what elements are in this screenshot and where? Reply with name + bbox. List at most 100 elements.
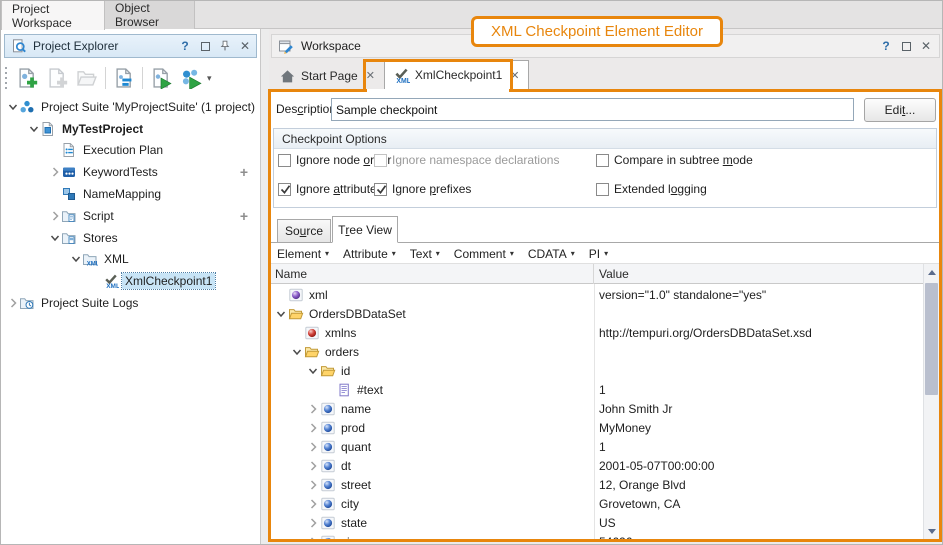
project-suite-icon	[19, 99, 36, 115]
help-button[interactable]: ?	[879, 39, 893, 53]
expander-closed-icon[interactable]	[305, 460, 320, 472]
description-label: Description:	[276, 102, 339, 116]
tree-item-mytestproject[interactable]: MyTestProject	[1, 118, 260, 140]
tab-project-workspace[interactable]: Project Workspace	[1, 1, 105, 30]
tree-item-project-suite-myprojectsuite-1-project[interactable]: Project Suite 'MyProjectSuite' (1 projec…	[1, 96, 260, 118]
vertical-scrollbar[interactable]	[923, 264, 939, 539]
expander-closed-icon[interactable]	[305, 536, 320, 540]
close-button[interactable]: ✕	[919, 39, 933, 53]
checkbox-label: Extended logging	[614, 182, 707, 196]
xml-row-zip[interactable]: zip54626	[271, 532, 922, 539]
node-name: street	[341, 478, 371, 492]
checkbox-checked-icon[interactable]	[374, 183, 387, 196]
pin-button[interactable]	[218, 39, 232, 53]
maximize-button[interactable]	[899, 39, 913, 53]
xml-row-id[interactable]: id	[271, 361, 922, 380]
xml-row-name[interactable]: nameJohn Smith Jr	[271, 399, 922, 418]
expander-closed-icon[interactable]	[305, 441, 320, 453]
checkbox-checked-icon[interactable]	[278, 183, 291, 196]
tree-item-project-suite-logs[interactable]: Project Suite Logs	[1, 292, 260, 314]
tree-item-xml[interactable]: XMLXML	[1, 249, 260, 271]
execution-order-button[interactable]	[109, 64, 139, 92]
xml-row-state[interactable]: stateUS	[271, 513, 922, 532]
tab-object-browser[interactable]: Object Browser	[105, 1, 195, 29]
xml-row-xml[interactable]: xmlversion="1.0" standalone="yes"	[271, 285, 922, 304]
xml-row-xmlns[interactable]: xmlnshttp://tempuri.org/OrdersDBDataSet.…	[271, 323, 922, 342]
checkbox-compare-in-subtree-mode[interactable]: Compare in subtree mode	[596, 152, 753, 168]
expander-open-icon[interactable]	[69, 253, 82, 265]
checkbox-ignore-attributes[interactable]: Ignore attributes	[278, 181, 383, 197]
maximize-button[interactable]	[198, 39, 212, 53]
xml-row-orders[interactable]: orders	[271, 342, 922, 361]
close-tab-icon[interactable]: ✕	[366, 69, 375, 82]
tree-item-keywordtests[interactable]: KeywordTests+	[1, 161, 260, 183]
svg-text:XML: XML	[106, 283, 119, 289]
edit-button[interactable]: Edit...	[864, 98, 936, 122]
doc-tab-xmlcheckpoint1[interactable]: XMLXmlCheckpoint1✕	[384, 60, 529, 89]
view-tab-source[interactable]: Source	[277, 219, 331, 242]
expander-closed-icon[interactable]	[48, 210, 61, 222]
checkbox-extended-logging[interactable]: Extended logging	[596, 181, 707, 197]
scroll-down-button[interactable]	[924, 523, 939, 539]
checkbox-unchecked-icon[interactable]	[374, 154, 387, 167]
xml-row-dt[interactable]: dt2001-05-07T00:00:00	[271, 456, 922, 475]
expander-closed-icon[interactable]	[305, 422, 320, 434]
scroll-up-button[interactable]	[924, 264, 939, 280]
xml-row-street[interactable]: street12, Orange Blvd	[271, 475, 922, 494]
help-button[interactable]: ?	[178, 39, 192, 53]
insert-pi-dropdown[interactable]: PI▾	[589, 247, 608, 261]
tree-item-namemapping[interactable]: NameMapping	[1, 183, 260, 205]
run-project-button[interactable]	[176, 64, 206, 92]
panel-splitter[interactable]	[261, 29, 269, 545]
expander-open-icon[interactable]	[27, 123, 40, 135]
xml-row-text[interactable]: #text1	[271, 380, 922, 399]
close-button[interactable]: ✕	[238, 39, 252, 53]
expander-open-icon[interactable]	[48, 232, 61, 244]
expander-open-icon[interactable]	[289, 346, 304, 358]
column-header-name[interactable]: Name	[271, 264, 594, 284]
expander-open-icon[interactable]	[273, 308, 288, 320]
insert-text-dropdown[interactable]: Text▾	[410, 247, 440, 261]
checkbox-unchecked-icon[interactable]	[596, 154, 609, 167]
insert-cdata-dropdown[interactable]: CDATA▾	[528, 247, 575, 261]
toolbar-dropdown-icon[interactable]: ▾	[207, 73, 212, 84]
description-input[interactable]	[331, 98, 854, 121]
expander-open-icon[interactable]	[305, 365, 320, 377]
checkbox-unchecked-icon[interactable]	[278, 154, 291, 167]
run-test-button[interactable]	[146, 64, 176, 92]
scroll-thumb[interactable]	[925, 283, 938, 395]
node-value: 1	[599, 437, 606, 456]
checkbox-ignore-prefixes[interactable]: Ignore prefixes	[374, 181, 471, 197]
xml-row-city[interactable]: cityGrovetown, CA	[271, 494, 922, 513]
expander-closed-icon[interactable]	[305, 517, 320, 529]
insert-attribute-dropdown[interactable]: Attribute▾	[343, 247, 396, 261]
add-child-button[interactable]: +	[240, 208, 248, 224]
xml-row-quant[interactable]: quant1	[271, 437, 922, 456]
xml-row-OrdersDBDataSet[interactable]: OrdersDBDataSet	[271, 304, 922, 323]
new-file-button[interactable]	[42, 64, 72, 92]
tree-item-execution-plan[interactable]: Execution Plan	[1, 140, 260, 162]
execution-plan-icon	[61, 142, 78, 158]
expander-closed-icon[interactable]	[48, 166, 61, 178]
doc-tab-start-page[interactable]: Start Page✕	[271, 62, 383, 89]
column-header-value[interactable]: Value	[595, 264, 922, 284]
expander-open-icon[interactable]	[6, 101, 19, 113]
insert-comment-dropdown[interactable]: Comment▾	[454, 247, 514, 261]
xml-checkpoint-icon: XML	[393, 67, 410, 83]
view-tab-tree-view[interactable]: Tree View	[332, 216, 398, 243]
expander-closed-icon[interactable]	[6, 297, 19, 309]
xml-row-prod[interactable]: prodMyMoney	[271, 418, 922, 437]
toolbar-grip[interactable]	[3, 66, 8, 90]
insert-element-dropdown[interactable]: Element▾	[277, 247, 329, 261]
tree-item-xmlcheckpoint1[interactable]: XMLXmlCheckpoint1	[1, 270, 260, 292]
expander-closed-icon[interactable]	[305, 498, 320, 510]
tree-item-script[interactable]: Script+	[1, 205, 260, 227]
expander-closed-icon[interactable]	[305, 403, 320, 415]
tree-item-stores[interactable]: Stores	[1, 227, 260, 249]
add-child-button[interactable]: +	[240, 164, 248, 180]
close-tab-icon[interactable]: ✕	[510, 69, 519, 82]
open-file-button[interactable]	[72, 64, 102, 92]
new-item-button[interactable]	[12, 64, 42, 92]
expander-closed-icon[interactable]	[305, 479, 320, 491]
checkbox-unchecked-icon[interactable]	[596, 183, 609, 196]
